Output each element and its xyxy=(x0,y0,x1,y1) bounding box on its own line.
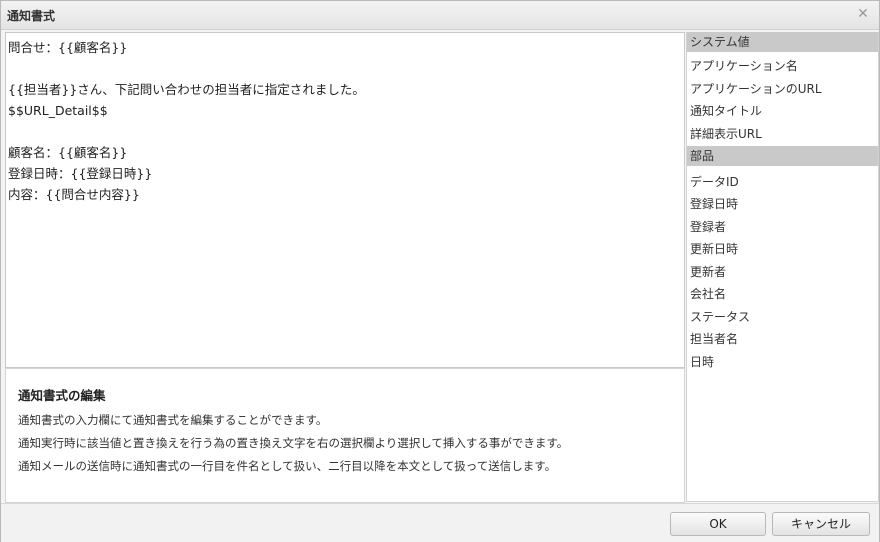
sidebar-item-detail-url[interactable]: 詳細表示URL xyxy=(690,125,762,142)
dialog-footer: OK キャンセル xyxy=(1,503,879,542)
sidebar-item-status[interactable]: ステータス xyxy=(690,308,750,325)
help-line: 通知書式の入力欄にて通知書式を編集することができます。 xyxy=(18,413,328,427)
section-header-system: システム値 xyxy=(687,32,878,52)
help-panel: 通知書式の編集 通知書式の入力欄にて通知書式を編集することができます。 通知実行… xyxy=(5,368,685,503)
close-icon[interactable]: ✕ xyxy=(855,5,871,23)
replacement-sidebar: システム値 アプリケーション名 アプリケーションのURL 通知タイトル 詳細表示… xyxy=(686,32,879,502)
sidebar-item-notice-title[interactable]: 通知タイトル xyxy=(690,102,762,119)
sidebar-item-company[interactable]: 会社名 xyxy=(690,285,726,302)
dialog: 通知書式 ✕ 問合せ：{{顧客名}} {{担当者}}さん、下記問い合わせの担当者… xyxy=(0,0,880,542)
help-line: 通知メールの送信時に通知書式の一行目を件名として扱い、二行目以降を本文として扱っ… xyxy=(18,459,557,473)
sidebar-item-registered-by[interactable]: 登録者 xyxy=(690,218,726,235)
sidebar-item-assignee[interactable]: 担当者名 xyxy=(690,330,738,347)
dialog-title: 通知書式 xyxy=(7,9,56,23)
sidebar-item-datetime[interactable]: 日時 xyxy=(690,353,714,370)
sidebar-item-registered-at[interactable]: 登録日時 xyxy=(690,195,738,212)
template-editor-text[interactable]: 問合せ：{{顧客名}} {{担当者}}さん、下記問い合わせの担当者に指定されまし… xyxy=(8,37,678,205)
sidebar-item-app-url[interactable]: アプリケーションのURL xyxy=(690,80,822,97)
template-editor[interactable]: 問合せ：{{顧客名}} {{担当者}}さん、下記問い合わせの担当者に指定されまし… xyxy=(5,32,685,368)
sidebar-item-data-id[interactable]: データID xyxy=(690,173,739,190)
sidebar-item-updated-at[interactable]: 更新日時 xyxy=(690,240,738,257)
section-header-parts: 部品 xyxy=(687,146,878,166)
help-title: 通知書式の編集 xyxy=(18,388,106,403)
help-line: 通知実行時に該当値と置き換えを行う為の置き換え文字を右の選択欄より選択して挿入す… xyxy=(18,436,569,450)
sidebar-item-updated-by[interactable]: 更新者 xyxy=(690,263,726,280)
sidebar-item-app-name[interactable]: アプリケーション名 xyxy=(690,57,798,74)
cancel-button[interactable]: キャンセル xyxy=(772,512,870,536)
ok-button[interactable]: OK xyxy=(670,512,766,536)
dialog-titlebar: 通知書式 ✕ xyxy=(1,1,879,30)
